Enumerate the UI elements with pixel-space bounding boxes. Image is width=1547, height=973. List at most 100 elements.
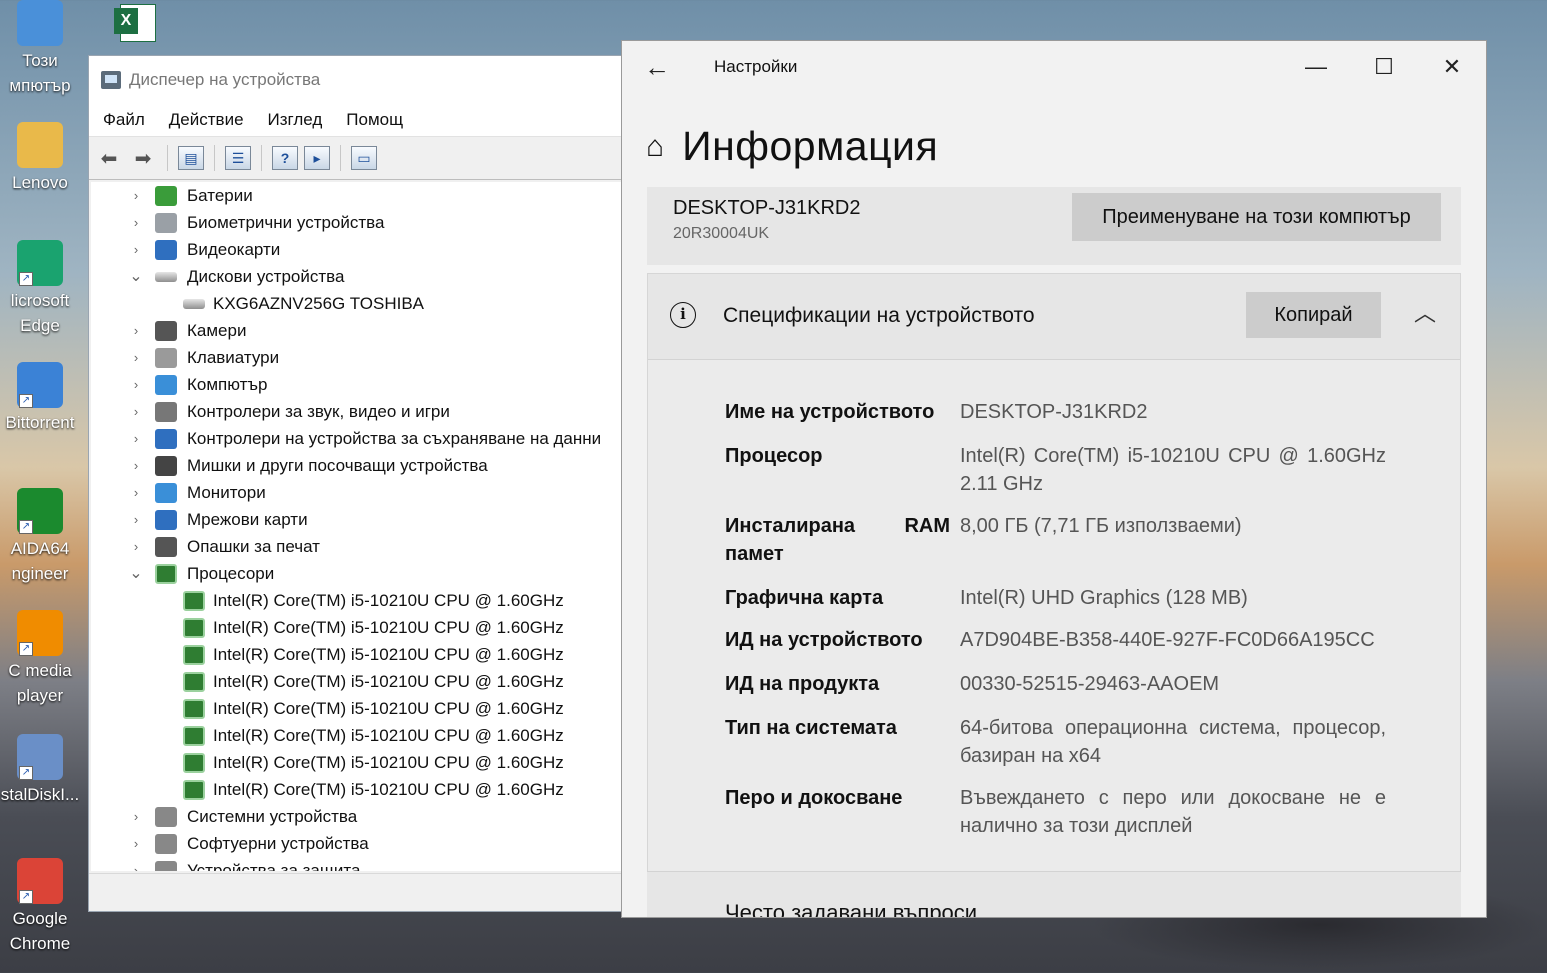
desktop-shortcut[interactable]: ↗ Google Chrome [0,858,80,956]
device-tree-label: Мишки и други посочващи устройства [187,455,488,475]
chevron-right-icon[interactable]: › [129,404,143,419]
disk-drive-icon [183,298,205,309]
chevron-right-icon[interactable]: › [129,836,143,851]
desktop-shortcut[interactable]: ↗ stalDiskI... [0,734,80,807]
device-tree-category[interactable]: › Контролери на устройства за съхраняване… [91,425,627,452]
desktop-shortcut[interactable]: ↗ C media player [0,610,80,708]
device-tree-category[interactable]: › Мишки и други посочващи устройства [91,452,627,479]
desktop-shortcut-label: Google [12,909,68,928]
device-tree-label: Intel(R) Core(TM) i5-10210U CPU @ 1.60GH… [213,617,564,637]
toolbar-separator [340,145,341,171]
forward-arrow-icon[interactable]: ➡ [129,144,157,172]
chevron-right-icon[interactable]: › [129,863,143,871]
scan-hardware-monitor-icon[interactable]: ▭ [351,146,377,170]
device-specs-header[interactable]: i Спецификации на устройството Копирай ︿ [648,274,1460,360]
desktop-shortcut-label: ngineer [11,564,69,583]
device-tree-label: Intel(R) Core(TM) i5-10210U CPU @ 1.60GH… [213,779,564,799]
device-tree-category[interactable]: › Клавиатури [91,344,627,371]
spec-key: ИД на устройството [725,629,923,651]
maximize-icon[interactable]: ☐ [1350,41,1418,93]
help-icon[interactable]: ? [272,146,298,170]
user-folder-icon [17,122,63,168]
device-tree-item[interactable]: Intel(R) Core(TM) i5-10210U CPU @ 1.60GH… [91,587,627,614]
device-tree-label: Контролери на устройства за съхраняване … [187,428,602,448]
device-tree-item[interactable]: KXG6AZNV256G TOSHIBA [91,290,627,317]
chevron-right-icon[interactable]: › [129,215,143,230]
chevron-right-icon[interactable]: › [129,809,143,824]
device-tree-category[interactable]: › Контролери за звук, видео и игри [91,398,627,425]
device-manager-titlebar[interactable]: Диспечер на устройства [89,56,627,104]
shortcut-arrow-icon: ↗ [19,766,33,780]
processor-icon [155,563,177,584]
device-tree-label: Мрежови карти [187,509,308,529]
spec-key: Инсталирана RAM памет [725,515,950,565]
toolbar-separator [167,145,168,171]
menu-help[interactable]: Помощ [346,110,403,130]
device-tree-category[interactable]: ⌄ Дискови устройства [91,263,627,290]
chevron-right-icon[interactable]: › [129,350,143,365]
desktop-shortcut[interactable]: ↗ AIDA64 ngineer [0,488,80,586]
rename-pc-button[interactable]: Преименуване на този компютър [1072,193,1441,241]
chevron-right-icon[interactable]: › [129,377,143,392]
device-tree-item[interactable]: Intel(R) Core(TM) i5-10210U CPU @ 1.60GH… [91,695,627,722]
properties-icon[interactable]: ☰ [225,146,251,170]
chevron-right-icon[interactable]: › [129,323,143,338]
processor-icon [183,671,205,692]
chevron-right-icon[interactable]: › [129,188,143,203]
device-tree-label: Intel(R) Core(TM) i5-10210U CPU @ 1.60GH… [213,698,564,718]
device-tree-item[interactable]: Intel(R) Core(TM) i5-10210U CPU @ 1.60GH… [91,776,627,803]
faq-title[interactable]: Често задавани въпроси [725,900,977,917]
device-tree-category[interactable]: › Батерии [91,182,627,209]
chevron-right-icon[interactable]: › [129,458,143,473]
device-tree-item[interactable]: Intel(R) Core(TM) i5-10210U CPU @ 1.60GH… [91,722,627,749]
home-icon[interactable]: ⌂ [646,130,664,164]
device-tree-category[interactable]: ⌄ Процесори [91,560,627,587]
close-icon[interactable]: ✕ [1418,41,1486,93]
device-tree-category[interactable]: › Биометрични устройства [91,209,627,236]
spec-row: Процесор Intel(R) Core(TM) i5-10210U CPU … [725,442,1386,498]
device-tree-category[interactable]: › Видеокарти [91,236,627,263]
excel-icon[interactable]: X [114,2,158,46]
device-tree-item[interactable]: Intel(R) Core(TM) i5-10210U CPU @ 1.60GH… [91,749,627,776]
chevron-right-icon[interactable]: › [129,512,143,527]
chevron-down-icon[interactable]: ⌄ [129,268,143,284]
show-hide-console-tree-icon[interactable]: ▤ [178,146,204,170]
device-tree-label: Камери [187,320,247,340]
device-tree-category[interactable]: › Устройства за защита [91,857,627,871]
device-tree-category[interactable]: › Камери [91,317,627,344]
device-tree-category[interactable]: › Системни устройства [91,803,627,830]
device-manager-window: Диспечер на устройства Файл Действие Изг… [88,55,628,912]
menu-file[interactable]: Файл [103,110,145,130]
copy-button[interactable]: Копирай [1246,292,1381,338]
chevron-right-icon[interactable]: › [129,539,143,554]
device-tree-category[interactable]: › Мрежови карти [91,506,627,533]
desktop-shortcut[interactable]: Lenovo [0,122,80,195]
chevron-right-icon[interactable]: › [129,485,143,500]
menu-view[interactable]: Изглед [268,110,323,130]
network-adapter-icon [155,509,177,530]
device-tree-item[interactable]: Intel(R) Core(TM) i5-10210U CPU @ 1.60GH… [91,614,627,641]
device-tree-category[interactable]: › Софтуерни устройства [91,830,627,857]
desktop-shortcut-label: Lenovo [12,173,68,192]
chevron-right-icon[interactable]: › [129,431,143,446]
device-tree-item[interactable]: Intel(R) Core(TM) i5-10210U CPU @ 1.60GH… [91,668,627,695]
back-arrow-icon[interactable]: ⬅ [95,144,123,172]
minimize-icon[interactable]: — [1282,41,1350,93]
desktop-shortcut[interactable]: ↗ Bittorrent [0,362,80,435]
chevron-right-icon[interactable]: › [129,242,143,257]
device-tree-category[interactable]: › Опашки за печат [91,533,627,560]
chevron-up-icon[interactable]: ︿ [1414,296,1436,328]
device-tree-category[interactable]: › Компютър [91,371,627,398]
device-tree-category[interactable]: › Монитори [91,479,627,506]
menu-action[interactable]: Действие [169,110,244,130]
device-manager-menubar: Файл Действие Изглед Помощ [89,104,627,136]
desktop-shortcut[interactable]: Този мпютър [0,0,80,98]
action-pane-icon[interactable]: ▸ [304,146,330,170]
desktop-shortcut[interactable]: ↗ licrosoft Edge [0,240,80,338]
spec-row: Тип на системата 64-битова операционна си… [725,714,1386,770]
chevron-down-icon[interactable]: ⌄ [129,565,143,581]
device-manager-title: Диспечер на устройства [129,70,321,89]
back-arrow-icon[interactable]: ← [622,52,692,83]
device-tree-item[interactable]: Intel(R) Core(TM) i5-10210U CPU @ 1.60GH… [91,641,627,668]
processor-icon [183,644,205,665]
